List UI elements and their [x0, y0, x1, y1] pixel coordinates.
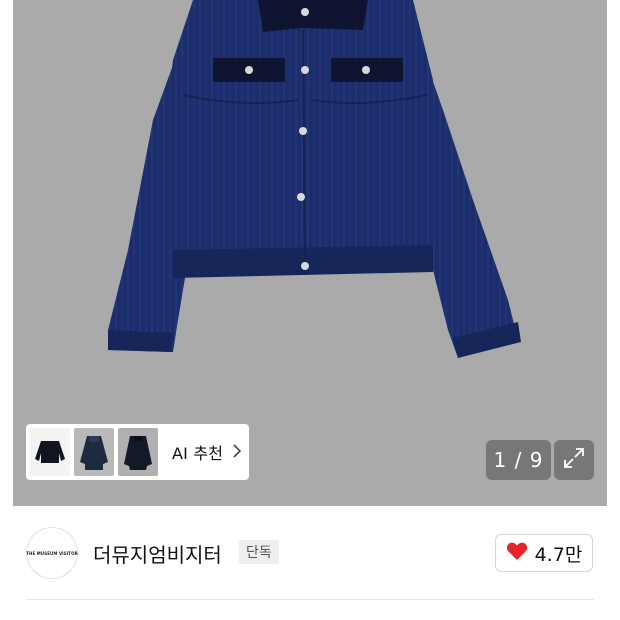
heart-icon — [506, 541, 528, 565]
image-counter: 1 / 9 — [486, 440, 551, 480]
like-count: 4.7만 — [534, 543, 583, 566]
divider — [26, 599, 594, 600]
jacket-thumbnail-2[interactable] — [74, 428, 114, 476]
ai-recommend-label: AI 추천 — [172, 440, 242, 464]
brand-name[interactable]: 더뮤지엄비지터 — [93, 539, 222, 568]
like-button[interactable]: 4.7만 — [495, 534, 593, 572]
ai-recommend-card[interactable]: AI 추천 — [26, 424, 249, 480]
jacket-thumbnail-1[interactable] — [30, 428, 70, 476]
brand-logo[interactable]: THE MUSEUM VISITOR — [26, 527, 78, 579]
expand-icon — [563, 447, 585, 473]
jacket-thumbnail-3[interactable] — [118, 428, 158, 476]
brand-logo-text: THE MUSEUM VISITOR — [26, 550, 78, 556]
chevron-right-icon — [233, 443, 242, 462]
exclusive-badge: 단독 — [239, 540, 279, 564]
expand-image-button[interactable] — [554, 440, 594, 480]
